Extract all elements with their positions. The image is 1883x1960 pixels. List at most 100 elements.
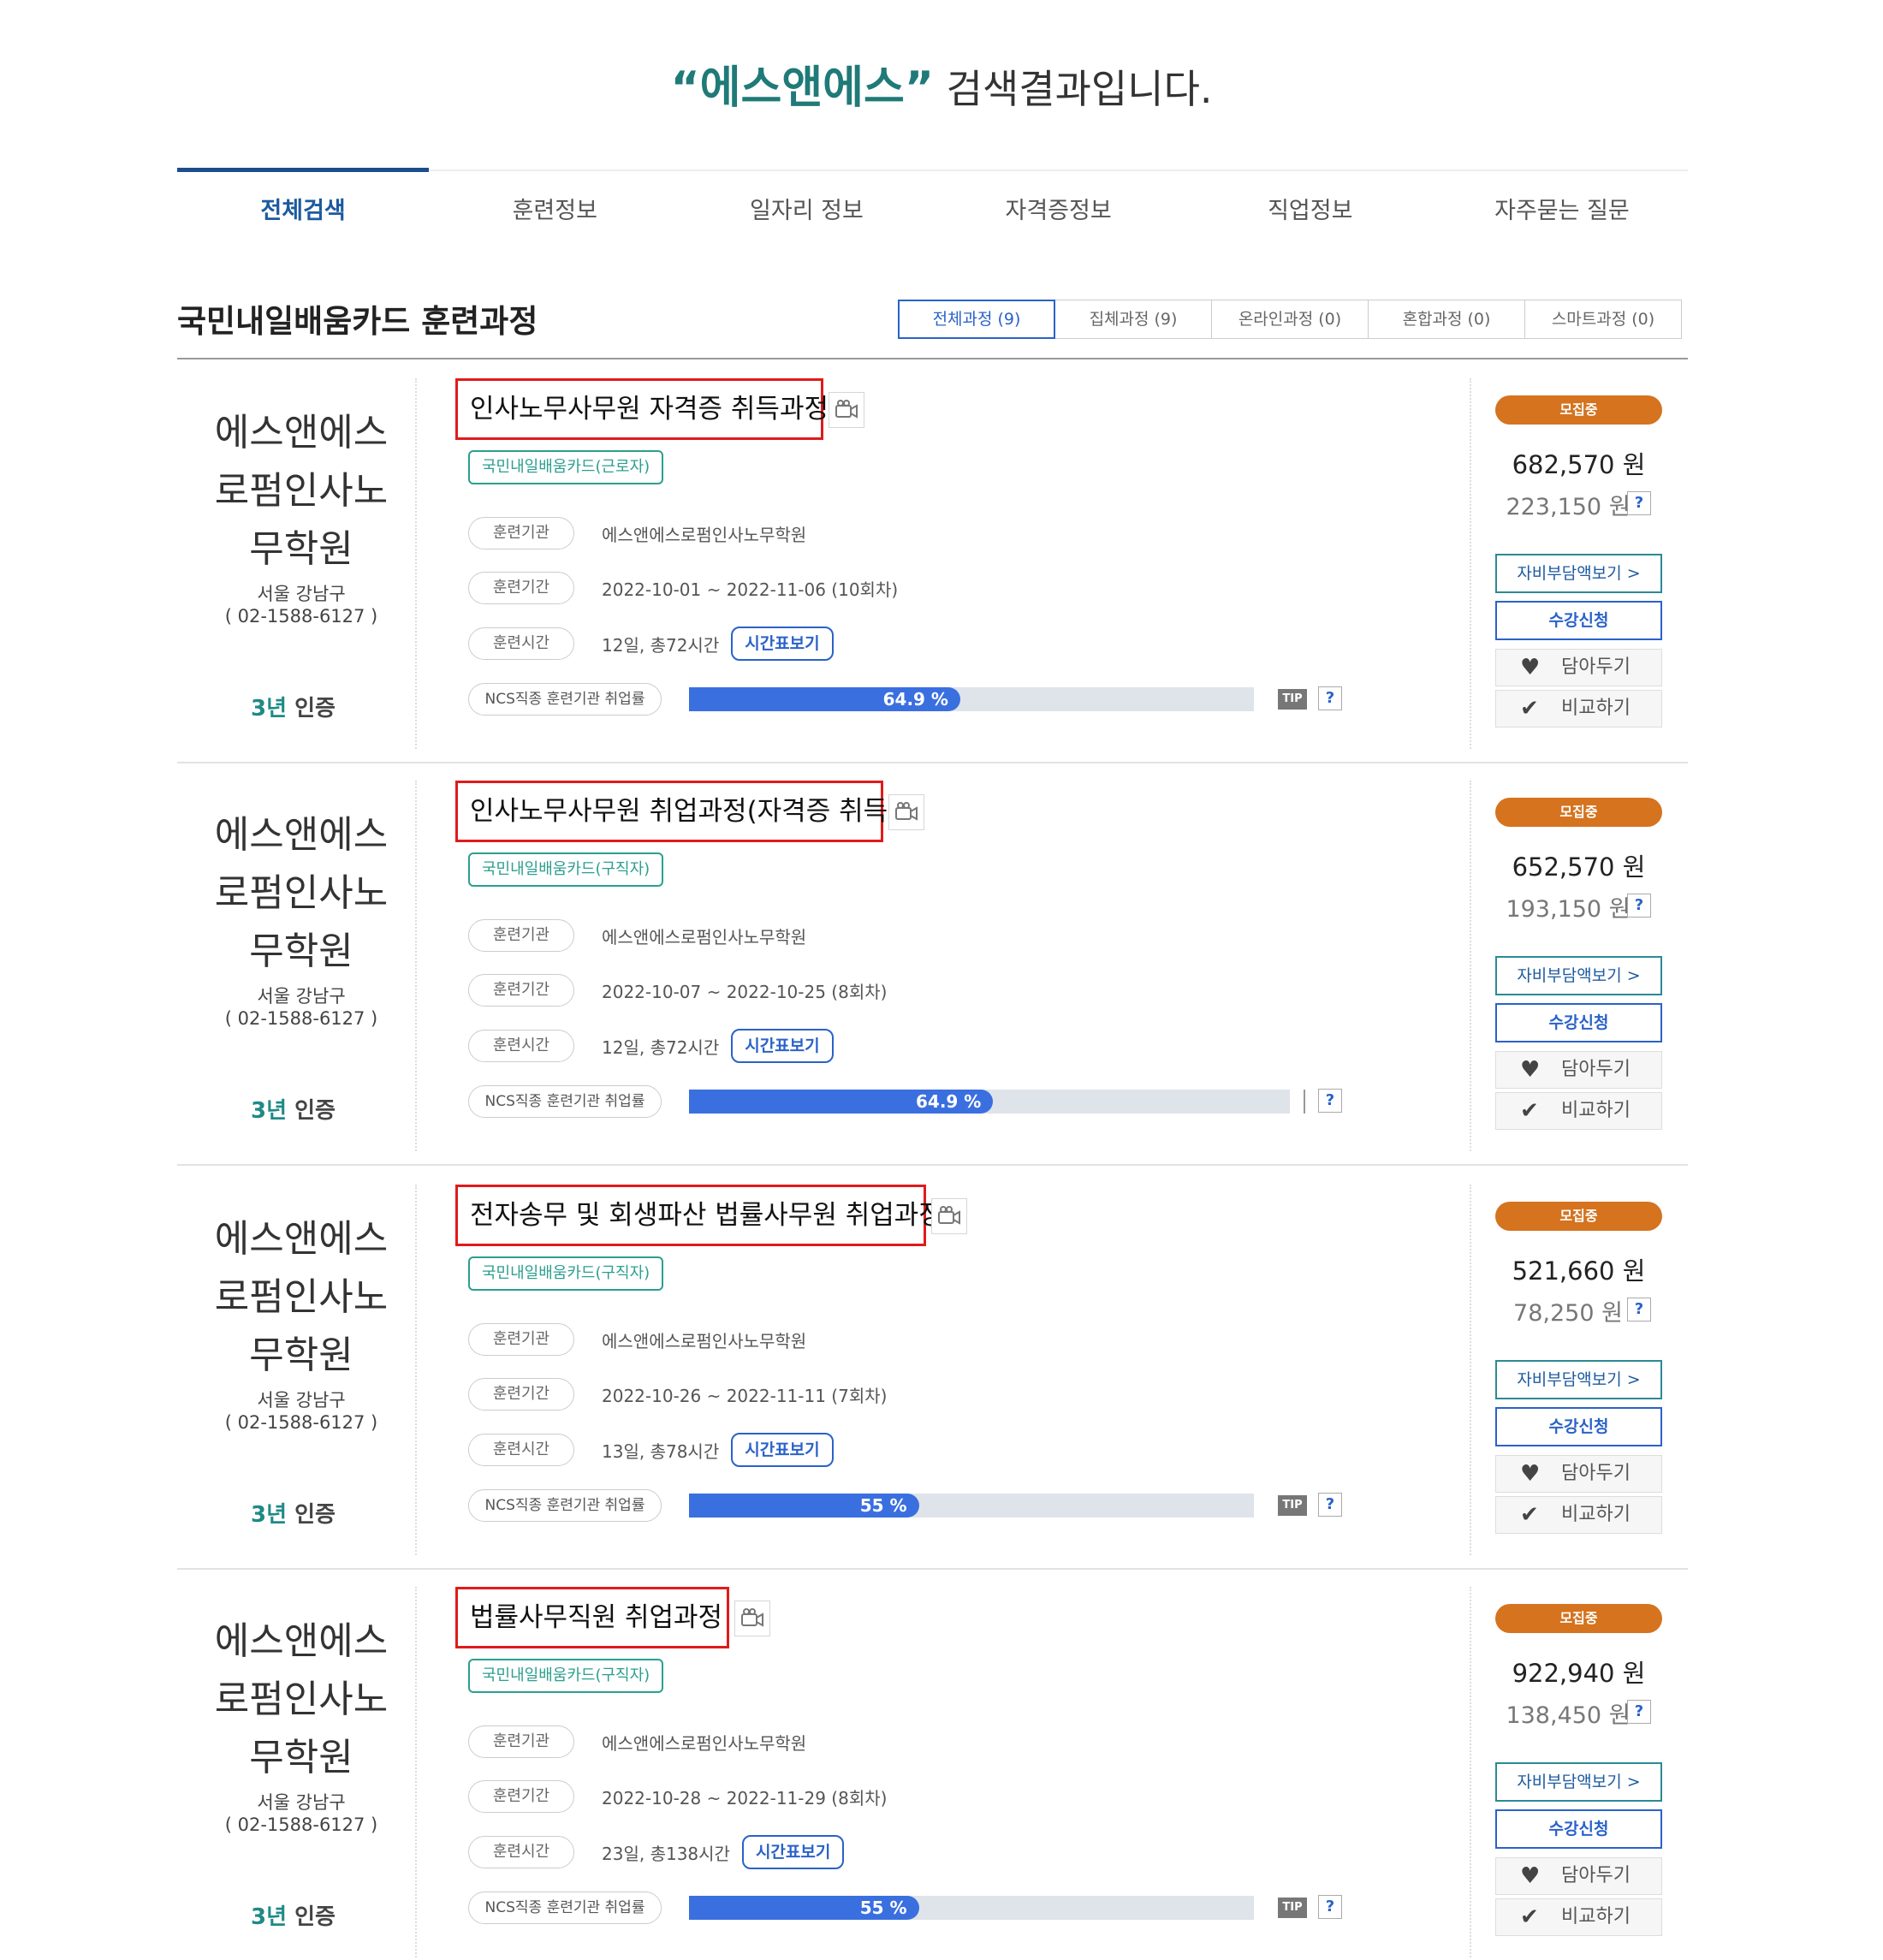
- certification-years: 3년: [251, 1098, 288, 1124]
- currency-unit: 원: [1622, 1659, 1646, 1688]
- filter-group-courses[interactable]: 집체과정 (9): [1054, 300, 1212, 339]
- employment-rate-bar: 55 %: [689, 1494, 1254, 1518]
- tab-occupation-info[interactable]: 직업정보: [1185, 171, 1436, 246]
- column-divider: [1470, 378, 1471, 749]
- save-button[interactable]: ♥ 담아두기: [1495, 649, 1662, 686]
- self-pay-price: 193,150 원: [1495, 890, 1641, 924]
- column-divider: [1470, 1587, 1471, 1957]
- timetable-button[interactable]: 시간표보기: [731, 1029, 834, 1063]
- tab-all-search[interactable]: 전체검색: [177, 168, 430, 246]
- help-icon[interactable]: ?: [1318, 1089, 1342, 1113]
- institution-name-line: 무학원: [249, 527, 353, 571]
- help-icon[interactable]: ?: [1318, 1895, 1342, 1919]
- recruiting-badge: 모집중: [1495, 395, 1662, 425]
- currency-unit: 원: [1601, 1300, 1623, 1327]
- compare-button[interactable]: ✔ 비교하기: [1495, 1898, 1662, 1936]
- tip-badge[interactable]: TIP: [1278, 1898, 1307, 1918]
- institution-phone: ( 02-1588-6127 ): [224, 606, 378, 627]
- filter-smart-courses[interactable]: 스마트과정 (0): [1524, 300, 1682, 339]
- ncs-row: NCS직종 훈련기관 취업률: [468, 1489, 662, 1522]
- apply-button[interactable]: 수강신청: [1495, 1407, 1662, 1446]
- institution-label: 훈련기관: [468, 919, 574, 952]
- hours-value: 23일, 총138시간: [602, 1843, 730, 1864]
- hours-value: 12일, 총72시간: [602, 1036, 720, 1058]
- compare-button[interactable]: ✔ 비교하기: [1495, 1092, 1662, 1130]
- video-camera-icon[interactable]: [888, 794, 924, 830]
- tab-faq[interactable]: 자주묻는 질문: [1436, 171, 1688, 246]
- heart-icon: ♥: [1520, 655, 1541, 680]
- compare-button[interactable]: ✔ 비교하기: [1495, 1496, 1662, 1534]
- check-icon: ✔: [1520, 1904, 1539, 1930]
- ncs-employment-label: NCS직종 훈련기관 취업률: [468, 1489, 662, 1522]
- certification-badge: 3년 인증: [251, 691, 336, 722]
- filter-online-courses[interactable]: 온라인과정 (0): [1211, 300, 1369, 339]
- period-row: 훈련기간 2022-10-26 ~ 2022-11-11 (7회차): [468, 1378, 887, 1411]
- self-pay-view-button[interactable]: 자비부담액보기 >: [1495, 956, 1662, 995]
- institution-name-line: 에스앤에스: [214, 813, 389, 857]
- check-icon: ✔: [1520, 696, 1539, 722]
- filter-all-courses[interactable]: 전체과정 (9): [898, 300, 1055, 339]
- self-pay-view-button[interactable]: 자비부담액보기 >: [1495, 1762, 1662, 1802]
- period-row: 훈련기간 2022-10-01 ~ 2022-11-06 (10회차): [468, 572, 898, 604]
- help-icon[interactable]: ?: [1318, 686, 1342, 710]
- help-icon[interactable]: ?: [1318, 1493, 1342, 1517]
- institution-name-line: 로펌인사노: [214, 1275, 389, 1319]
- compare-label: 비교하기: [1561, 1100, 1631, 1121]
- search-result-suffix: 검색결과입니다.: [946, 66, 1213, 112]
- hours-row: 훈련시간 23일, 총138시간 시간표보기: [468, 1835, 845, 1869]
- filter-blended-courses[interactable]: 혼합과정 (0): [1368, 300, 1525, 339]
- period-label: 훈련기간: [468, 572, 574, 604]
- currency-unit: 원: [1622, 450, 1646, 479]
- apply-button[interactable]: 수강신청: [1495, 601, 1662, 640]
- search-keyword: “에스앤에스”: [670, 62, 935, 114]
- institution-block: 에스앤에스 로펌인사노 무학원 서울 강남구( 02-1588-6127 ): [177, 1210, 425, 1433]
- employment-rate-bar: 64.9 %: [689, 687, 1254, 711]
- currency-unit: 원: [1622, 1256, 1646, 1286]
- save-button[interactable]: ♥ 담아두기: [1495, 1857, 1662, 1895]
- help-icon[interactable]: ?: [1627, 1700, 1651, 1724]
- institution-row: 훈련기관 에스앤에스로펌인사노무학원: [468, 1323, 806, 1356]
- institution-value: 에스앤에스로펌인사노무학원: [602, 1330, 807, 1351]
- hours-label: 훈련시간: [468, 1030, 574, 1062]
- tip-badge[interactable]: TIP: [1278, 689, 1307, 710]
- course-card: 에스앤에스 로펌인사노 무학원 서울 강남구( 02-1588-6127 ) 3년 인증…: [177, 1167, 1688, 1570]
- video-camera-icon[interactable]: [829, 392, 864, 428]
- institution-name-line: 로펌인사노: [214, 1678, 389, 1721]
- timetable-button[interactable]: 시간표보기: [731, 1433, 834, 1467]
- institution-name-line: 에스앤에스: [214, 1619, 389, 1663]
- save-label: 담아두기: [1561, 1059, 1631, 1080]
- course-title-link[interactable]: 인사노무사무원 취업과정(자격증 취득): [455, 781, 898, 842]
- help-icon[interactable]: ?: [1627, 1298, 1651, 1322]
- card-type-badge: 국민내일배움카드(구직자): [468, 1256, 664, 1291]
- institution-value: 에스앤에스로펌인사노무학원: [602, 524, 807, 545]
- apply-button[interactable]: 수강신청: [1495, 1003, 1662, 1042]
- tab-training-info[interactable]: 훈련정보: [429, 171, 680, 246]
- video-camera-icon[interactable]: [734, 1601, 770, 1636]
- employment-rate-fill: 55 %: [689, 1494, 919, 1518]
- tab-job-info[interactable]: 일자리 정보: [680, 171, 932, 246]
- institution-phone: ( 02-1588-6127 ): [224, 1008, 378, 1029]
- tip-badge[interactable]: TIP: [1278, 1495, 1307, 1516]
- tab-certificate-info[interactable]: 자격증정보: [933, 171, 1185, 246]
- institution-block: 에스앤에스 로펌인사노 무학원 서울 강남구( 02-1588-6127 ): [177, 806, 425, 1029]
- apply-button[interactable]: 수강신청: [1495, 1809, 1662, 1849]
- self-pay-view-button[interactable]: 자비부담액보기 >: [1495, 554, 1662, 593]
- help-icon[interactable]: ?: [1627, 491, 1651, 515]
- certification-years: 3년: [251, 1904, 288, 1930]
- course-title-link[interactable]: 전자송무 및 회생파산 법률사무원 취업과정: [455, 1185, 943, 1246]
- column-divider: [1470, 781, 1471, 1151]
- hours-row: 훈련시간 12일, 총72시간 시간표보기: [468, 1029, 834, 1063]
- timetable-button[interactable]: 시간표보기: [731, 627, 834, 661]
- course-title-link[interactable]: 법률사무직원 취업과정: [455, 1587, 729, 1648]
- video-camera-icon[interactable]: [931, 1198, 967, 1234]
- certification-label: 인증: [294, 696, 336, 722]
- course-title-link[interactable]: 인사노무사무원 자격증 취득과정: [455, 378, 829, 440]
- ncs-employment-label: NCS직종 훈련기관 취업률: [468, 1085, 662, 1118]
- employment-rate-bar: 64.9 %: [689, 1090, 1290, 1114]
- save-button[interactable]: ♥ 담아두기: [1495, 1051, 1662, 1089]
- timetable-button[interactable]: 시간표보기: [741, 1835, 845, 1869]
- compare-button[interactable]: ✔ 비교하기: [1495, 690, 1662, 728]
- save-button[interactable]: ♥ 담아두기: [1495, 1455, 1662, 1493]
- self-pay-view-button[interactable]: 자비부담액보기 >: [1495, 1360, 1662, 1399]
- help-icon[interactable]: ?: [1627, 894, 1651, 918]
